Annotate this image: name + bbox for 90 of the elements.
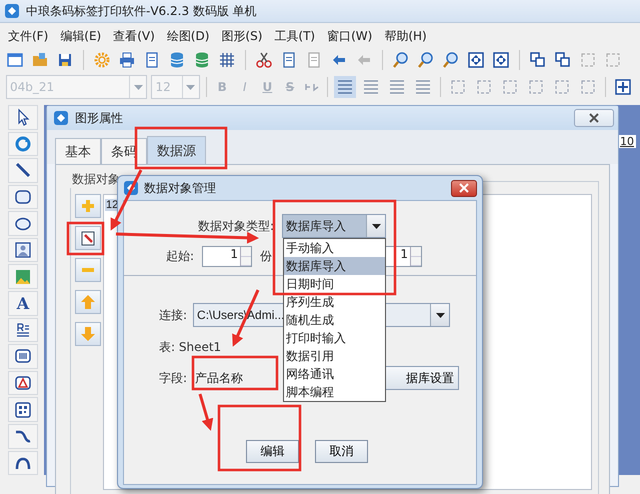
ruler-label: 10 (618, 135, 636, 148)
database-icon[interactable] (193, 51, 211, 69)
add-icon (80, 198, 96, 214)
menu-item[interactable]: 帮助(H) (382, 28, 429, 44)
edit-icon (80, 230, 96, 246)
start-spinner[interactable]: 1 (202, 246, 252, 267)
rounded-rectangle-icon (14, 188, 32, 206)
layers-icon[interactable] (529, 51, 547, 69)
app-logo-icon (4, 3, 20, 19)
dropdown-option[interactable]: 数据引用 (284, 347, 385, 365)
arc-tool-button[interactable] (8, 450, 38, 476)
dropdown-option[interactable]: 打印时输入 (284, 329, 385, 347)
rich-text-tool-button[interactable] (8, 318, 38, 342)
image-tool-button[interactable] (8, 238, 38, 262)
printer-icon[interactable] (118, 51, 136, 69)
menu-item[interactable]: 窗口(W) (325, 28, 374, 44)
rotate-icon (14, 134, 32, 153)
fit-page-icon[interactable] (467, 51, 485, 69)
menu-item[interactable]: 图形(S) (219, 28, 264, 44)
dropdown-option[interactable]: 随机生成 (284, 311, 385, 329)
type-combo-box[interactable]: 数据库导入 (282, 214, 386, 238)
dropdown-option[interactable]: 数据库导入 (284, 257, 385, 275)
curve-tool-button[interactable] (8, 424, 38, 449)
barcode-tool-button[interactable] (8, 344, 38, 369)
magnifier-icon[interactable] (442, 51, 460, 69)
line-icon (14, 161, 32, 180)
edit-button[interactable] (75, 226, 101, 250)
move-up-icon (80, 294, 96, 310)
caret-icon (134, 84, 143, 90)
rounded-rectangle-tool-button[interactable] (8, 184, 38, 210)
dropdown-option[interactable]: 脚本编程 (284, 383, 385, 401)
dropdown-option[interactable]: 手动输入 (284, 239, 385, 257)
line-tool-button[interactable] (8, 158, 38, 183)
dialog-title: 数据对象管理 (144, 180, 217, 196)
dialog-button[interactable]: 编辑 (246, 440, 299, 463)
field-label: 字段: (159, 370, 188, 386)
grid-icon[interactable] (218, 51, 236, 69)
close-button[interactable] (574, 109, 614, 127)
field-label: 连接: (159, 306, 188, 324)
caret-icon (186, 84, 196, 90)
close-icon (459, 183, 469, 193)
dropdown-option[interactable]: 序列生成 (284, 293, 385, 311)
triangle-tool-button[interactable] (8, 370, 38, 396)
qr-code-tool-button[interactable] (8, 397, 38, 422)
image-icon (14, 241, 32, 260)
scissors-icon[interactable] (255, 51, 273, 69)
menu-item[interactable]: 查看(V) (111, 28, 157, 44)
align-left-icon[interactable] (334, 76, 356, 98)
dialog-button[interactable]: 取消 (315, 440, 368, 463)
menu-item[interactable]: 编辑(E) (58, 28, 104, 44)
save-icon[interactable] (56, 51, 74, 69)
properties-window-title: 图形属性 (75, 110, 124, 126)
caret-icon (436, 312, 445, 318)
move-down-icon (80, 326, 96, 342)
tab[interactable]: 基本 (55, 138, 101, 164)
field-label: 起始: (166, 248, 194, 265)
menu-item[interactable]: 工具(T) (272, 28, 318, 44)
rich-text-icon (14, 320, 32, 339)
dropdown-option[interactable]: 日期时间 (284, 275, 385, 293)
layers-icon[interactable] (554, 51, 572, 69)
folder-icon[interactable] (31, 51, 49, 69)
field-value[interactable]: 产品名称 (193, 367, 276, 389)
text-tool-button[interactable]: A (8, 291, 38, 316)
database-icon[interactable] (168, 51, 186, 69)
picture-icon (14, 268, 32, 286)
tab[interactable]: 数据源 (147, 136, 206, 164)
caret-icon (372, 224, 380, 228)
ellipse-tool-button[interactable] (8, 211, 38, 236)
field-label: 份 (260, 248, 272, 265)
window-title: 中琅条码标签打印软件-V6.2.3 数码版 单机 (26, 2, 257, 20)
close-button[interactable] (451, 180, 477, 196)
barcode-icon (14, 347, 32, 366)
dropdown-option[interactable]: 网络通讯 (284, 365, 385, 383)
close-icon (589, 113, 599, 123)
picture-tool-button[interactable] (8, 264, 38, 290)
zoom-out-icon[interactable] (417, 51, 435, 69)
pointer-tool-button[interactable] (8, 105, 38, 130)
zoom-in-icon[interactable] (392, 51, 410, 69)
window-icon[interactable] (6, 51, 24, 69)
table-label: 表: Sheet1 (159, 339, 222, 356)
database-settings-button[interactable]: 据库设置 (385, 366, 460, 390)
menu-item[interactable]: 文件(F) (6, 28, 50, 44)
fit-window-icon[interactable] (492, 51, 510, 69)
app-logo-icon (53, 110, 69, 126)
highlight-frame (66, 222, 104, 256)
field-label: 数据对象类型: (196, 218, 275, 234)
rotate-tool-button[interactable] (8, 132, 38, 156)
menu-item[interactable]: 绘图(D) (164, 28, 212, 44)
qr-code-icon (14, 400, 32, 419)
annotation-arrow (198, 394, 214, 431)
